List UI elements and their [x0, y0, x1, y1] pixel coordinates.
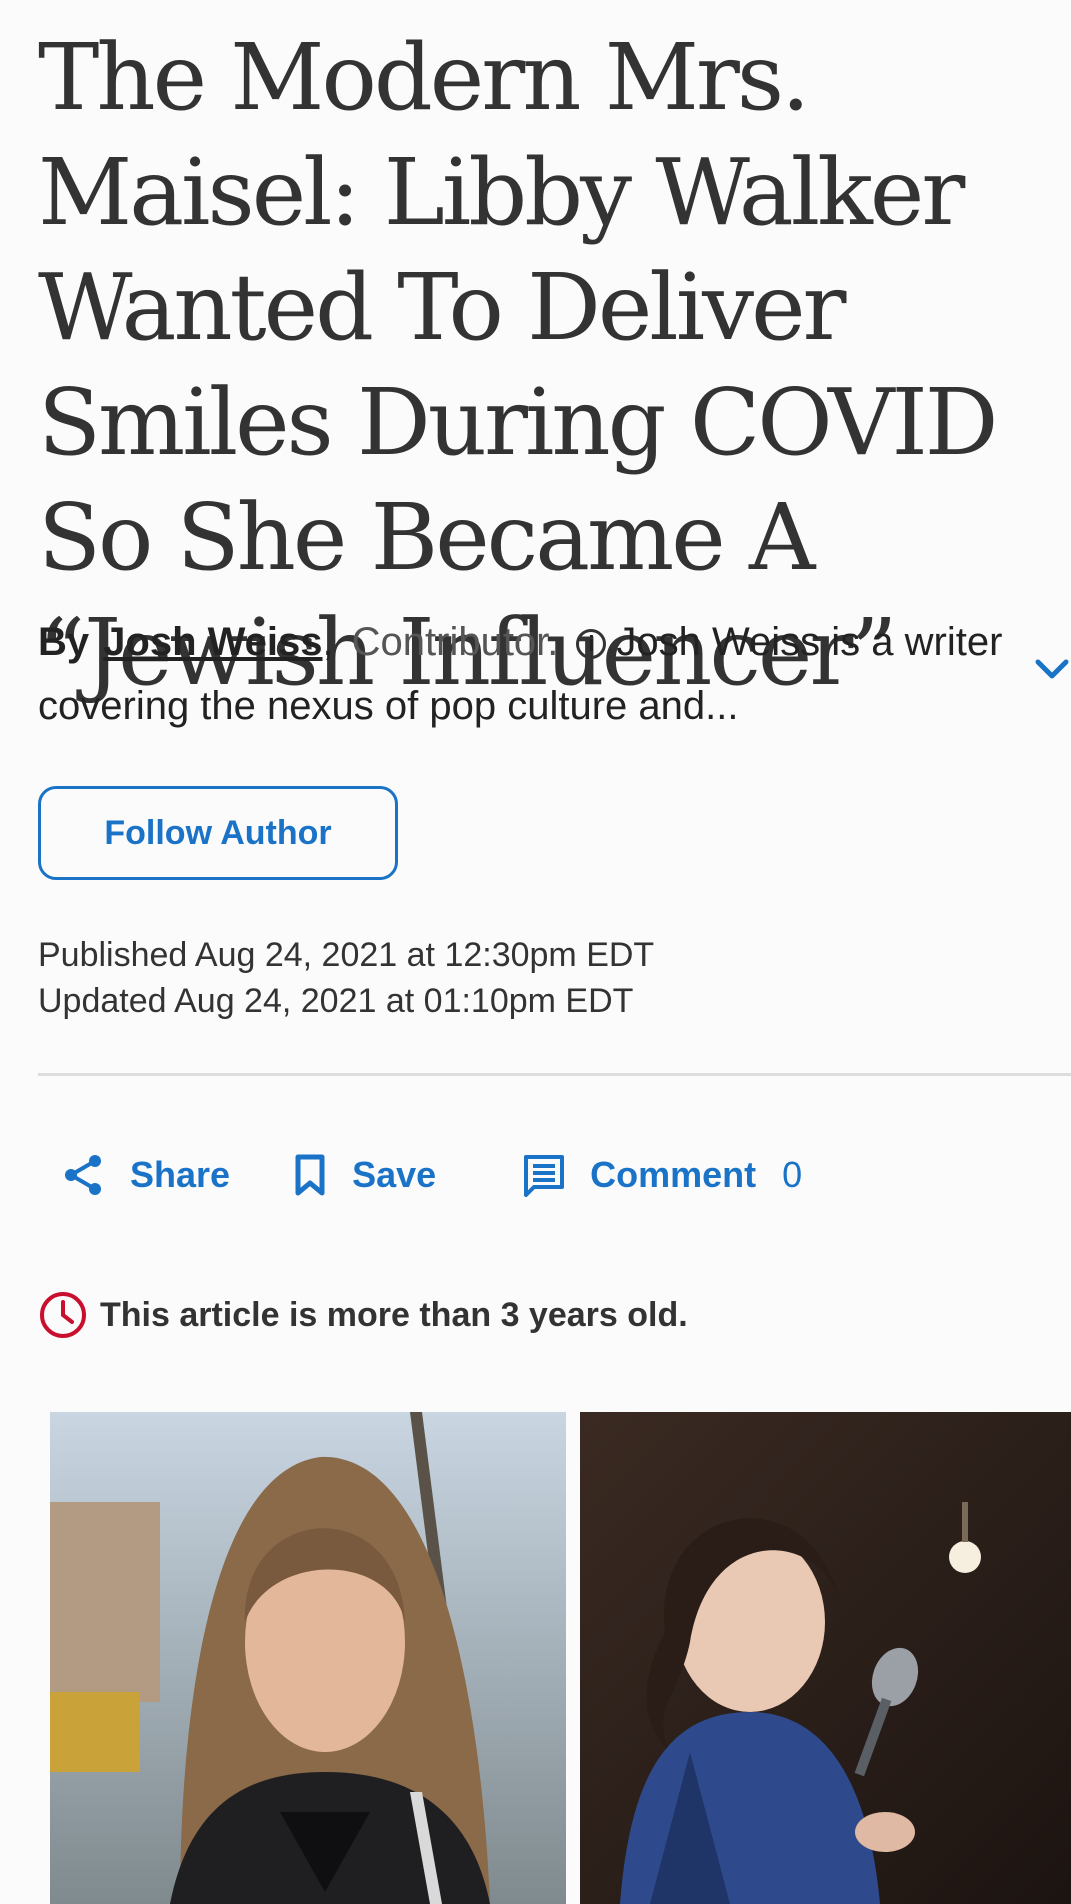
byline: By Josh Weiss, Contributor. i Josh Weiss is … [38, 610, 1028, 738]
save-label: Save [352, 1154, 437, 1195]
article-dates: Published Aug 24, 2021 at 12:30pm EDT Up… [38, 932, 654, 1024]
article-age-notice: This article is more than 3 years old. [38, 1290, 688, 1340]
author-link[interactable]: Josh Weiss [103, 620, 322, 664]
comment-button[interactable]: Comment 0 [522, 1153, 802, 1197]
share-label: Share [130, 1154, 231, 1195]
byline-comma: , [322, 620, 334, 664]
article-headline: The Modern Mrs. Maisel: Libby Walker Wan… [38, 24, 999, 706]
share-button[interactable]: Share [62, 1153, 230, 1197]
article-actions: Share Save Comment 0 [62, 1150, 802, 1200]
updated-date: Updated Aug 24, 2021 at 01:10pm EDT [38, 982, 634, 1020]
chevron-down-icon[interactable] [1032, 650, 1071, 690]
divider [38, 1073, 1071, 1076]
share-icon [65, 1155, 101, 1195]
byline-prefix: By [38, 620, 90, 664]
save-button[interactable]: Save [292, 1153, 436, 1197]
photo-woman-outdoors [50, 1412, 566, 1904]
author-role: Contributor. [351, 620, 559, 664]
comment-icon [524, 1155, 565, 1197]
comment-label: Comment [590, 1154, 757, 1195]
follow-author-button[interactable]: Follow Author [38, 786, 398, 880]
photo-woman-microphone [580, 1412, 1071, 1904]
bookmark-icon [295, 1154, 325, 1196]
info-icon[interactable]: i [576, 629, 607, 659]
comment-count: 0 [782, 1154, 803, 1195]
published-date: Published Aug 24, 2021 at 12:30pm EDT [38, 936, 655, 974]
hero-image-pair [50, 1412, 1071, 1904]
age-notice-text: This article is more than 3 years old. [100, 1295, 688, 1334]
clock-icon [40, 1292, 86, 1338]
